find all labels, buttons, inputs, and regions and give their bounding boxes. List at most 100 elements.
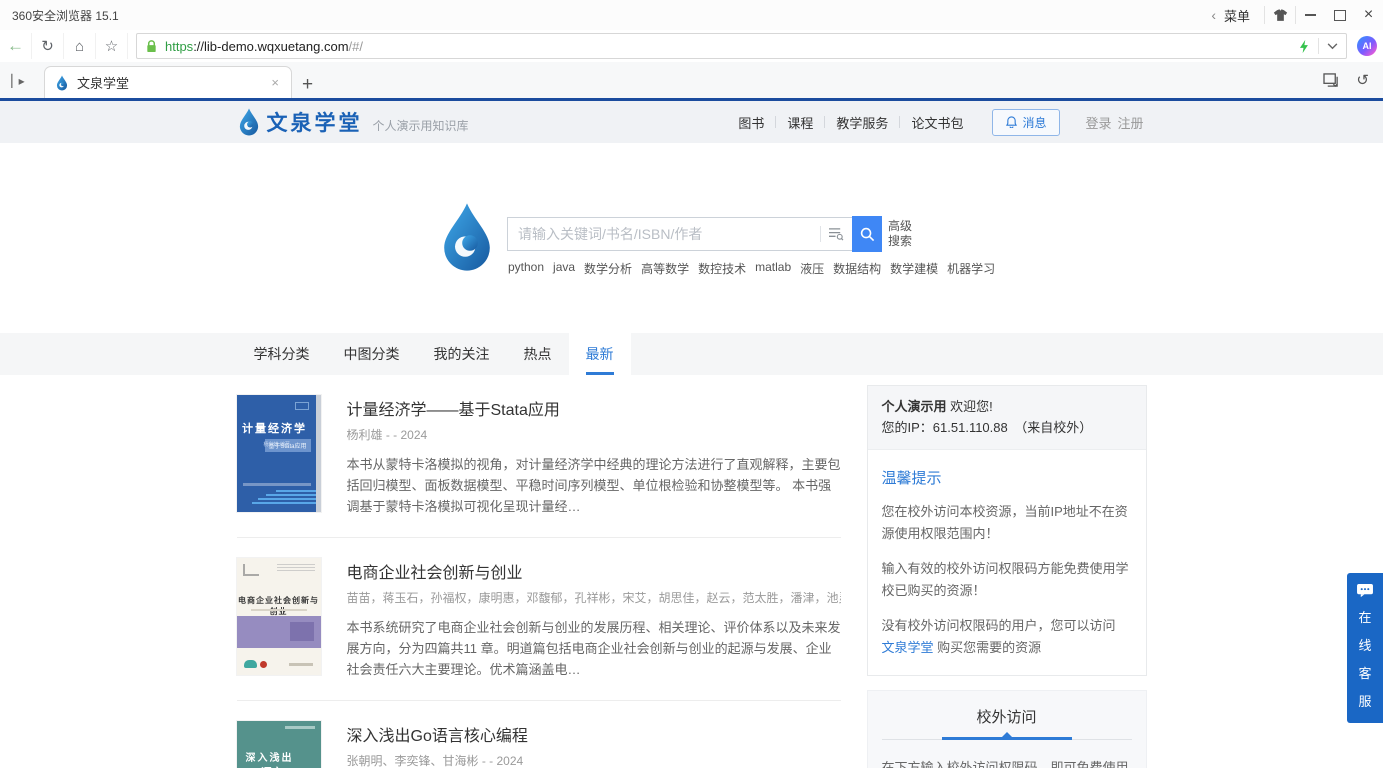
browser-tab[interactable]: 文泉学堂 × bbox=[44, 66, 292, 98]
close-icon: × bbox=[1364, 7, 1373, 23]
hot-keywords: python java 数学分析 高等数学 数控技术 matlab 液压 数据结… bbox=[508, 260, 995, 277]
book-item[interactable]: 深入浅出 Go语言核心编程 深入浅出Go语言核心编程 张朝明、李奕锋、甘海彬 -… bbox=[237, 701, 841, 768]
close-button[interactable]: × bbox=[1354, 0, 1383, 30]
account-info-card: 个人演示用 欢迎您! 您的IP：61.51.110.88 （来自校外） 温馨提示… bbox=[867, 385, 1147, 676]
right-sidebar: 个人演示用 欢迎您! 您的IP：61.51.110.88 （来自校外） 温馨提示… bbox=[867, 385, 1147, 768]
register-link[interactable]: 注册 bbox=[1114, 116, 1146, 131]
star-icon: ☆ bbox=[105, 37, 118, 55]
list-search-icon[interactable] bbox=[828, 227, 844, 241]
book-cover[interactable]: 深入浅出 Go语言核心编程 bbox=[237, 721, 321, 768]
hot-keyword[interactable]: 高等数学 bbox=[641, 260, 689, 277]
browser-window: 360安全浏览器 15.1 ‹ 菜单 × ← ↻ ⌂ ☆ bbox=[0, 0, 1383, 768]
hot-keyword[interactable]: 数学建模 bbox=[890, 260, 938, 277]
publisher-cloud-icon bbox=[244, 660, 257, 668]
main-content: 计量经济学 基于Stata应用 杨利雄 编著 计量经济学——基于Stata应用 … bbox=[0, 375, 1383, 768]
auth-links: 登录注册 bbox=[1082, 113, 1146, 132]
messages-button[interactable]: 消息 bbox=[992, 109, 1060, 136]
magnifier-icon bbox=[860, 227, 875, 242]
messages-label: 消息 bbox=[1022, 114, 1046, 131]
nav-courses[interactable]: 课程 bbox=[776, 113, 824, 132]
book-description: 本书系统研究了电商企业社会创新与创业的发展历程、相关理论、评价体系以及未来发展方… bbox=[347, 617, 841, 680]
hot-keyword[interactable]: 液压 bbox=[800, 260, 824, 277]
publisher-seal-icon bbox=[260, 661, 267, 668]
tab-list-icon[interactable] bbox=[1323, 73, 1340, 88]
off-campus-access-card: 校外访问 在下方输入校外访问权限码，即可免费使用学校已购买的资源。 进入 bbox=[867, 690, 1147, 768]
sidebar-toggle-button[interactable]: ▏▸ bbox=[0, 66, 34, 96]
site-logo-icon bbox=[237, 107, 261, 137]
nav-teaching-services[interactable]: 教学服务 bbox=[825, 113, 899, 132]
ai-assistant-button[interactable]: AI bbox=[1357, 36, 1377, 56]
hot-keyword[interactable]: 数学分析 bbox=[584, 260, 632, 277]
tip-text: 输入有效的校外访问权限码方能免费使用学校已购买的资源！ bbox=[882, 558, 1132, 602]
hot-keyword[interactable]: matlab bbox=[755, 260, 791, 277]
login-link[interactable]: 登录 bbox=[1082, 116, 1114, 131]
search-placeholder: 请输入关键词/书名/ISBN/作者 bbox=[518, 224, 820, 244]
browser-tabbar: ▏▸ 文泉学堂 × + ↺ bbox=[0, 62, 1383, 98]
hot-keyword[interactable]: 机器学习 bbox=[947, 260, 995, 277]
search-button[interactable] bbox=[852, 216, 882, 252]
book-meta: 杨利雄 - - 2024 bbox=[347, 426, 841, 443]
book-meta: 张朝明、李奕锋、甘海彬 - - 2024 bbox=[347, 752, 841, 768]
tab-my-follows[interactable]: 我的关注 bbox=[417, 333, 507, 375]
menu-label: 菜单 bbox=[1224, 6, 1250, 25]
book-description: 本书从蒙特卡洛模拟的视角，对计量经济学中经典的理论方法进行了直观解释，主要包括回… bbox=[347, 454, 841, 517]
window-titlebar: 360安全浏览器 15.1 ‹ 菜单 × bbox=[0, 0, 1383, 30]
back-button[interactable]: ← bbox=[0, 33, 32, 59]
nav-books[interactable]: 图书 bbox=[727, 113, 775, 132]
chevron-down-icon[interactable] bbox=[1327, 43, 1338, 50]
online-service-widget[interactable]: 在 线 客 服 bbox=[1347, 573, 1383, 723]
book-item[interactable]: 计量经济学 基于Stata应用 杨利雄 编著 计量经济学——基于Stata应用 … bbox=[237, 375, 841, 538]
advanced-search-link[interactable]: 高级 搜索 bbox=[888, 219, 912, 249]
shirt-icon bbox=[1273, 9, 1288, 22]
lock-icon bbox=[145, 39, 158, 53]
skin-theme-button[interactable] bbox=[1265, 0, 1295, 30]
site-brand[interactable]: 文泉学堂 个人演示用知识库 bbox=[237, 107, 469, 137]
refresh-button[interactable]: ↻ bbox=[32, 33, 64, 59]
ip-origin: （来自校外） bbox=[1021, 420, 1093, 435]
minimize-button[interactable] bbox=[1296, 0, 1325, 30]
tab-subject-category[interactable]: 学科分类 bbox=[237, 333, 327, 375]
bookmark-button[interactable]: ☆ bbox=[96, 33, 128, 59]
bell-icon bbox=[1006, 116, 1017, 128]
turbo-lightning-icon[interactable] bbox=[1297, 39, 1310, 54]
site-favicon bbox=[55, 75, 69, 91]
book-title[interactable]: 计量经济学——基于Stata应用 bbox=[347, 396, 841, 420]
site-brand-name: 文泉学堂 bbox=[267, 107, 363, 137]
chevron-left-icon: ‹ bbox=[1211, 7, 1216, 23]
refresh-icon: ↻ bbox=[41, 37, 54, 55]
address-bar[interactable]: https://lib-demo.wqxuetang.com/#/ bbox=[136, 33, 1347, 59]
tip-text: 没有校外访问权限码的用户，您可以访问 文泉学堂 购买您需要的资源 bbox=[882, 615, 1132, 659]
browser-menu-button[interactable]: ‹ 菜单 bbox=[1197, 0, 1264, 30]
warm-tip-title: 温馨提示 bbox=[882, 467, 1132, 488]
tab-title: 文泉学堂 bbox=[77, 73, 269, 92]
search-input[interactable]: 请输入关键词/书名/ISBN/作者 bbox=[507, 217, 853, 251]
ip-label: 您的IP： bbox=[882, 420, 933, 435]
category-tabbar: 学科分类 中图分类 我的关注 热点 最新 bbox=[0, 333, 1383, 375]
hero-logo-icon bbox=[437, 196, 497, 278]
home-button[interactable]: ⌂ bbox=[64, 33, 96, 59]
book-cover[interactable]: 电商企业社会创新与创业 bbox=[237, 558, 321, 675]
account-name: 个人演示用 bbox=[882, 399, 947, 414]
tab-latest-active[interactable]: 最新 bbox=[569, 333, 631, 375]
book-meta: 苗苗，蒋玉石，孙福权，康明惠，邓馥郁，孔祥彬，宋艾，胡思佳，赵云，范太胜，潘津，… bbox=[347, 589, 841, 606]
browser-toolbar: ← ↻ ⌂ ☆ https://lib-demo.wqxuetang.com/#… bbox=[0, 30, 1383, 63]
hot-keyword[interactable]: python bbox=[508, 260, 544, 277]
reopen-tab-icon[interactable]: ↺ bbox=[1356, 71, 1369, 89]
wqxuetang-link[interactable]: 文泉学堂 bbox=[882, 640, 934, 655]
tab-hot[interactable]: 热点 bbox=[507, 333, 569, 375]
book-cover[interactable]: 计量经济学 基于Stata应用 杨利雄 编著 bbox=[237, 395, 321, 512]
tip-text: 您在校外访问本校资源，当前IP地址不在资源使用权限范围内！ bbox=[882, 501, 1132, 545]
new-tab-button[interactable]: + bbox=[292, 75, 323, 98]
book-item[interactable]: 电商企业社会创新与创业 电商企业社会创新与创业 苗苗，蒋玉石，孙福权，康明惠，邓… bbox=[237, 538, 841, 701]
site-header: 文泉学堂 个人演示用知识库 图书 课程 教学服务 论文书包 消息 登录 bbox=[0, 101, 1383, 143]
hot-keyword[interactable]: java bbox=[553, 260, 575, 277]
maximize-button[interactable] bbox=[1325, 0, 1354, 30]
book-title[interactable]: 深入浅出Go语言核心编程 bbox=[347, 722, 841, 746]
nav-paper-bag[interactable]: 论文书包 bbox=[900, 113, 974, 132]
back-icon: ← bbox=[7, 36, 24, 56]
hot-keyword[interactable]: 数据结构 bbox=[833, 260, 881, 277]
hot-keyword[interactable]: 数控技术 bbox=[698, 260, 746, 277]
tab-close-icon[interactable]: × bbox=[269, 75, 281, 90]
book-title[interactable]: 电商企业社会创新与创业 bbox=[347, 559, 841, 583]
tab-clc-category[interactable]: 中图分类 bbox=[327, 333, 417, 375]
